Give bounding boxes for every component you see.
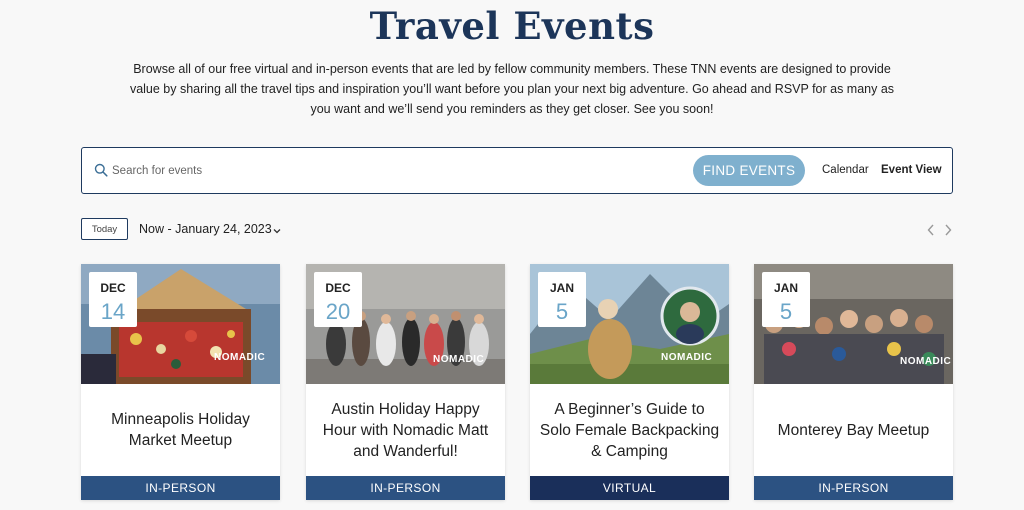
chevron-down-icon[interactable] — [272, 223, 282, 234]
event-card[interactable]: NOMADIC JAN 5 A Beginner’s Guide to Solo… — [530, 264, 729, 500]
event-photo[interactable]: NOMADIC JAN 5 — [530, 264, 729, 384]
chevron-right-icon[interactable] — [943, 223, 953, 237]
event-photo[interactable]: NOMADIC DEC 20 — [306, 264, 505, 384]
event-day: 20 — [325, 299, 351, 324]
search-input[interactable] — [112, 160, 672, 182]
search-bar: FIND EVENTS Calendar Event View — [81, 147, 953, 194]
event-photo[interactable]: NOMADIC DEC 14 — [81, 264, 280, 384]
intro-text: Browse all of our free virtual and in-pe… — [129, 62, 895, 116]
event-day: 5 — [555, 299, 569, 324]
event-month: JAN — [773, 281, 798, 295]
event-title[interactable]: Austin Holiday Happy Hour with Nomadic M… — [306, 384, 505, 476]
page-title: Travel Events — [369, 4, 655, 48]
search-icon — [94, 163, 108, 177]
event-title[interactable]: A Beginner’s Guide to Solo Female Backpa… — [530, 384, 729, 476]
nomadic-logo: NOMADIC — [900, 356, 952, 367]
event-type-badge: IN-PERSON — [306, 476, 505, 500]
event-photo[interactable]: NOMADIC JAN 5 — [754, 264, 953, 384]
event-card[interactable]: NOMADIC DEC 14 Minneapolis Holiday Marke… — [81, 264, 280, 500]
calendar-view-link[interactable]: Calendar — [822, 164, 869, 176]
nomadic-logo: NOMADIC — [214, 352, 266, 363]
event-type-badge: VIRTUAL — [530, 476, 729, 500]
event-card[interactable]: NOMADIC JAN 5 Monterey Bay Meetup IN-PER… — [754, 264, 953, 500]
event-type-badge: IN-PERSON — [81, 476, 280, 500]
event-day: 5 — [779, 299, 793, 324]
date-badge: DEC 14 — [89, 272, 137, 327]
find-events-button[interactable]: FIND EVENTS — [693, 155, 805, 186]
event-title[interactable]: Minneapolis Holiday Market Meetup — [81, 384, 280, 476]
date-range-selector[interactable]: Now - January 24, 2023 — [139, 222, 272, 236]
today-button[interactable]: Today — [81, 218, 128, 240]
event-title[interactable]: Monterey Bay Meetup — [754, 384, 953, 476]
date-badge: JAN 5 — [762, 272, 810, 327]
event-month: DEC — [325, 281, 351, 295]
event-type-badge: IN-PERSON — [754, 476, 953, 500]
date-badge: DEC 20 — [314, 272, 362, 327]
chevron-left-icon[interactable] — [926, 223, 936, 237]
event-day: 14 — [100, 299, 126, 324]
event-view-link[interactable]: Event View — [881, 164, 942, 176]
event-card[interactable]: NOMADIC DEC 20 Austin Holiday Happy Hour… — [306, 264, 505, 500]
nomadic-logo: NOMADIC — [661, 352, 713, 363]
event-month: JAN — [549, 281, 574, 295]
date-badge: JAN 5 — [538, 272, 586, 327]
event-month: DEC — [100, 281, 126, 295]
nomadic-logo: NOMADIC — [433, 354, 485, 365]
